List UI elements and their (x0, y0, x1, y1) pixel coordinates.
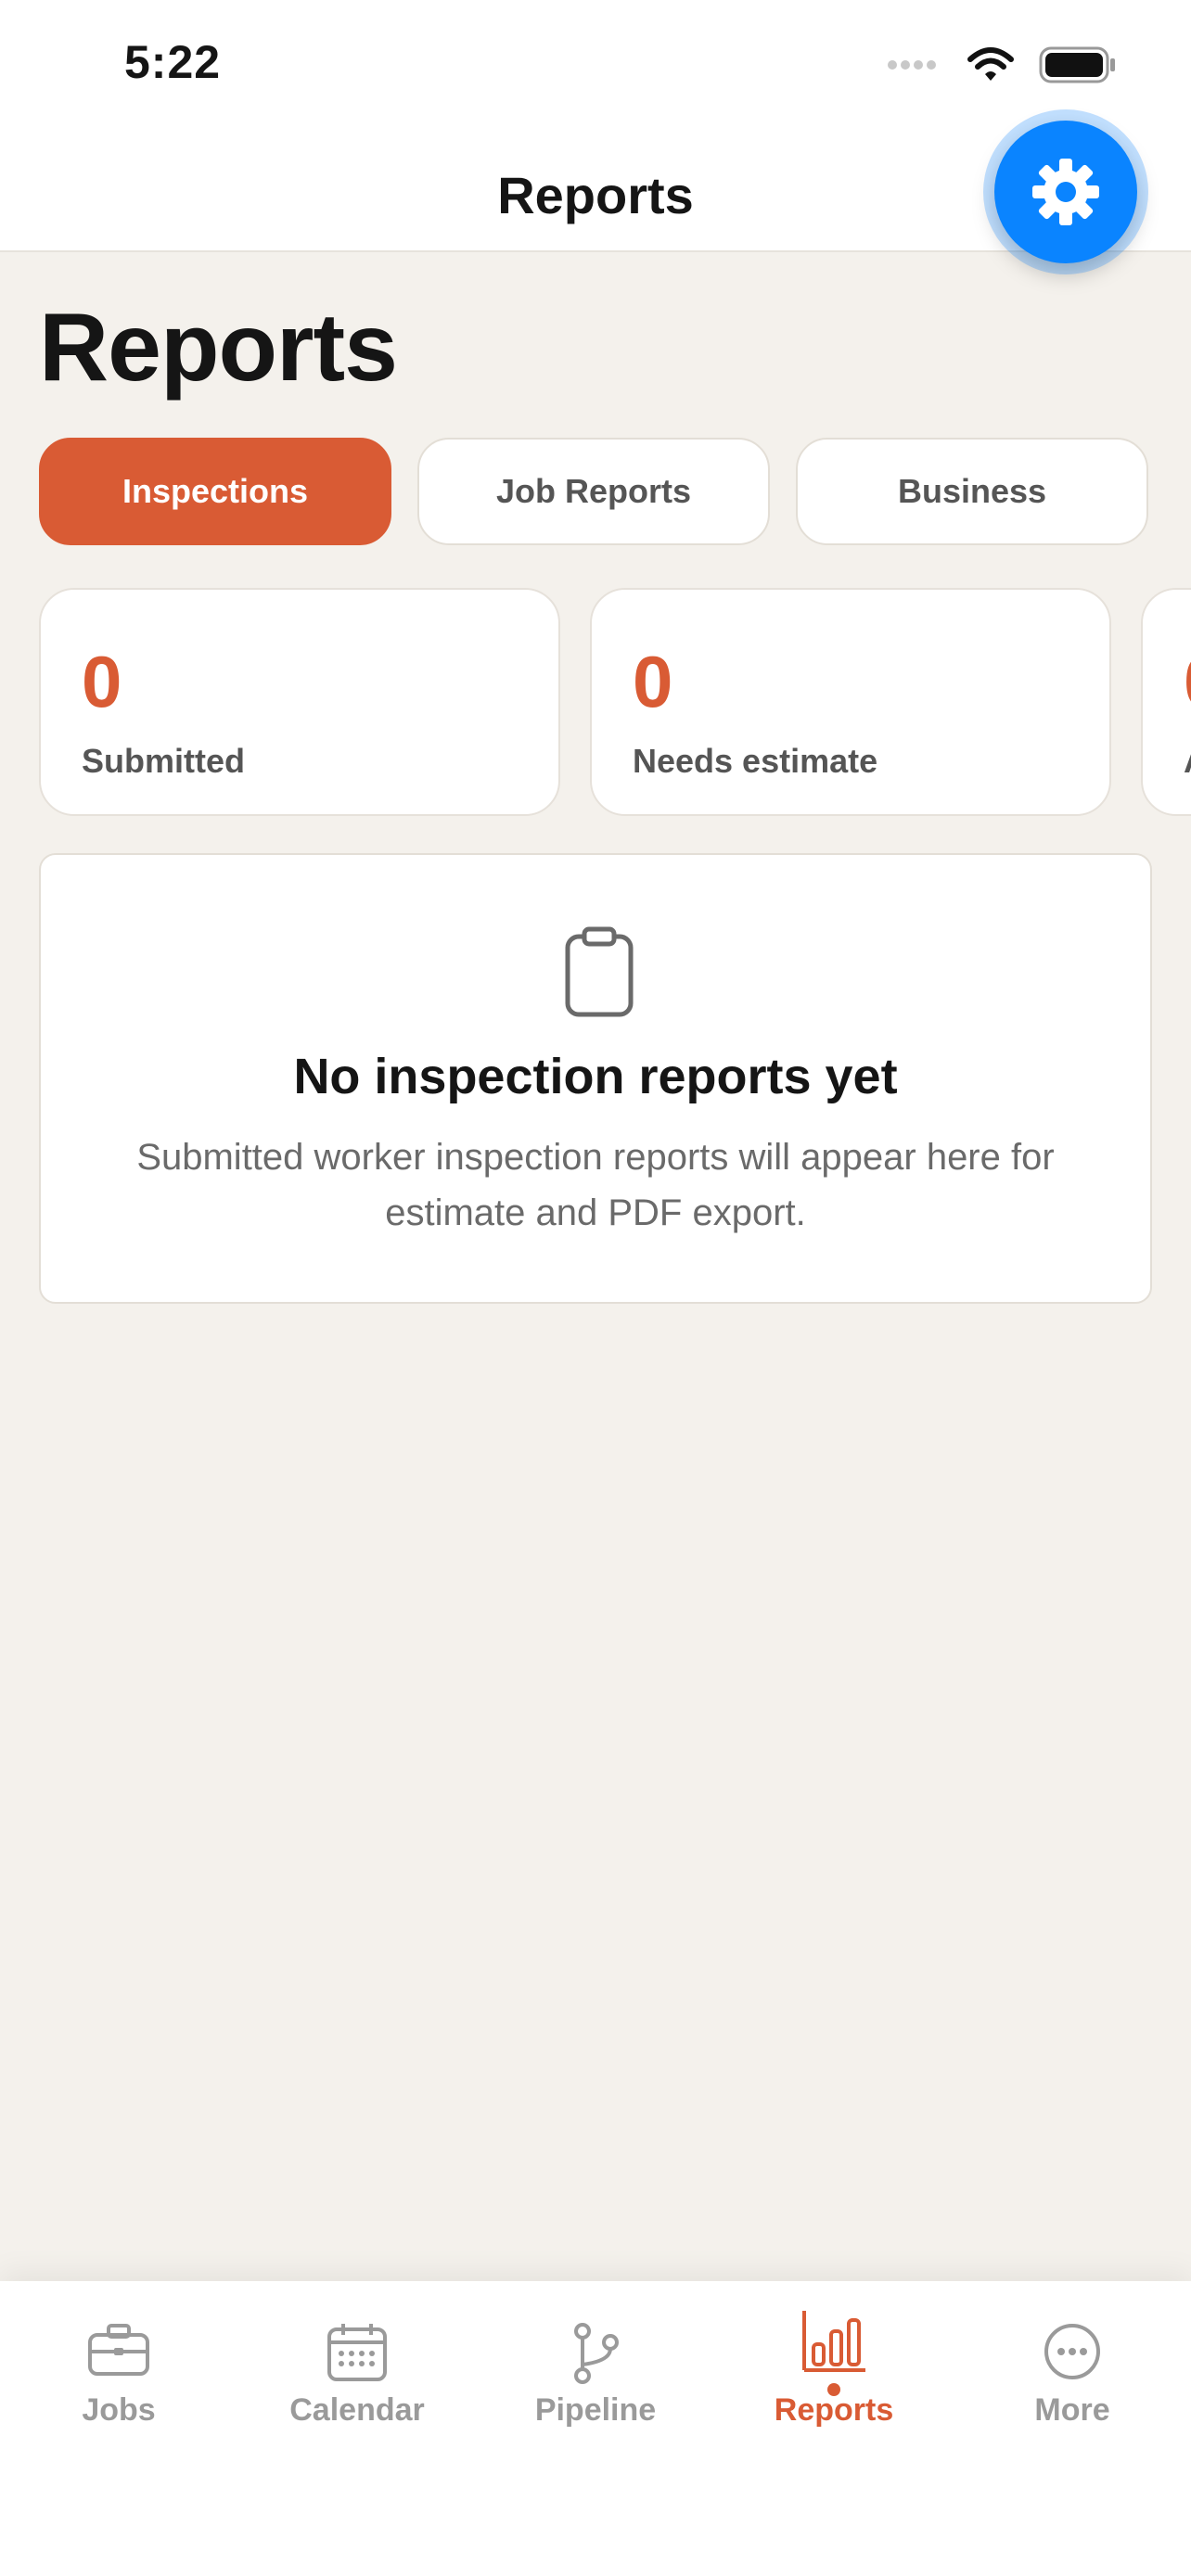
tab-label: Jobs (82, 2392, 156, 2428)
tab-business[interactable]: Business (796, 438, 1148, 545)
tab-label: Calendar (289, 2392, 425, 2428)
empty-state-title: No inspection reports yet (293, 1049, 898, 1104)
status-icons (887, 46, 1117, 83)
stats-scroller[interactable]: 0 Submitted 0 Needs estimate 0 A (39, 588, 1191, 820)
tab-calendar[interactable]: Calendar (238, 2281, 476, 2467)
wifi-icon (967, 47, 1014, 81)
tab-label: Reports (774, 2392, 894, 2428)
stat-label: Submitted (82, 742, 245, 780)
status-bar: 5:22 (0, 0, 1191, 130)
bottom-tab-bar: Jobs Calendar Pipeline Reports More (0, 2281, 1191, 2576)
bar-chart-icon (802, 2311, 865, 2372)
report-type-tabs: Inspections Job Reports Business (39, 438, 1148, 545)
tab-inspections[interactable]: Inspections (39, 438, 391, 545)
stat-value: 0 (633, 641, 673, 722)
tab-job-reports[interactable]: Job Reports (417, 438, 770, 545)
tab-more[interactable]: More (954, 2281, 1191, 2467)
gear-icon (1032, 159, 1099, 225)
tab-jobs[interactable]: Jobs (0, 2281, 237, 2467)
stat-card-partial[interactable]: 0 A (1141, 588, 1191, 816)
stat-label: Needs estimate (633, 742, 878, 780)
stat-label: A (1184, 742, 1191, 781)
tab-label: More (1034, 2392, 1110, 2428)
stat-card-submitted[interactable]: 0 Submitted (39, 588, 560, 816)
stat-card-needs-estimate[interactable]: 0 Needs estimate (590, 588, 1111, 816)
empty-state-card: No inspection reports yet Submitted work… (39, 853, 1152, 1304)
empty-state-body: Submitted worker inspection reports will… (136, 1137, 1055, 1233)
calendar-icon (327, 2324, 387, 2381)
briefcase-icon (88, 2324, 149, 2376)
stat-value: 0 (1184, 640, 1191, 724)
stat-value: 0 (82, 641, 122, 722)
tab-reports[interactable]: Reports (715, 2281, 953, 2467)
battery-icon (1039, 46, 1115, 83)
branch-icon (574, 2323, 619, 2384)
tab-pipeline[interactable]: Pipeline (477, 2281, 714, 2467)
more-icon (1044, 2324, 1100, 2379)
clipboard-icon (565, 926, 634, 1017)
status-time: 5:22 (124, 36, 222, 88)
tab-label: Pipeline (534, 2392, 657, 2428)
settings-button[interactable] (994, 121, 1137, 263)
page-title: Reports (39, 294, 398, 402)
cellular-signal-icon (888, 60, 936, 70)
